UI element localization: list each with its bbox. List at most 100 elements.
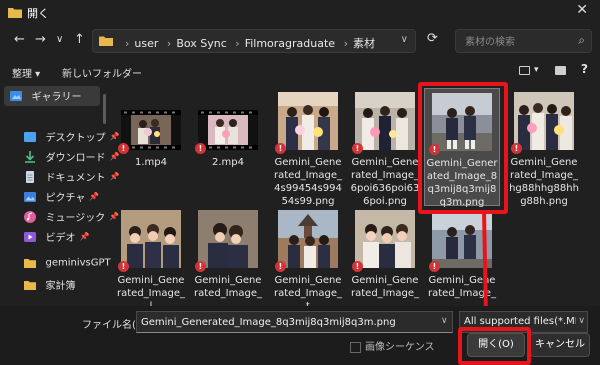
- sidebar-item-gallery[interactable]: ギャラリー: [10, 88, 82, 106]
- highlight-box: [458, 327, 531, 365]
- highlight-box: [418, 82, 508, 214]
- sidebar-item-kakeibo[interactable]: 家計簿: [24, 277, 76, 295]
- sidebar-item-label: geminivsGPT: [45, 257, 111, 269]
- error-badge-icon: !: [195, 143, 206, 154]
- image-thumbnail: [198, 210, 258, 268]
- file-item[interactable]: ! 1.mp4: [116, 92, 186, 169]
- image-thumbnail: [121, 210, 181, 268]
- file-item[interactable]: ! Gemini_Generated_Image_6poi636poi636po…: [350, 92, 420, 208]
- pictures-icon: [24, 191, 36, 202]
- folder-icon: [8, 8, 22, 18]
- file-item[interactable]: ! Gemini_Generated_Image_: [350, 210, 420, 300]
- download-icon: [25, 150, 35, 163]
- sidebar-item-label: 家計簿: [45, 281, 76, 292]
- video-thumbnail: [198, 110, 258, 150]
- back-arrow-icon[interactable]: ←: [14, 32, 25, 47]
- file-item[interactable]: ! Gemini_Generated_Image_: [193, 210, 263, 300]
- desktop-icon: [24, 131, 36, 142]
- cancel-button[interactable]: キャンセル: [530, 333, 590, 357]
- window-title: 開く: [27, 7, 49, 20]
- file-name: 2.mp4: [212, 157, 244, 168]
- up-arrow-icon[interactable]: ↑: [74, 32, 85, 47]
- organize-menu[interactable]: 整理 ▾: [12, 65, 40, 80]
- pin-icon: 📌: [109, 172, 120, 181]
- sidebar-item-geminivsgpt[interactable]: geminivsGPT: [24, 256, 111, 274]
- search-input[interactable]: [463, 33, 571, 51]
- sidebar-item-label: ミュージック: [45, 213, 106, 224]
- scrollbar-thumb[interactable]: [103, 94, 106, 124]
- view-mode-icon[interactable]: [519, 66, 530, 75]
- pin-icon: 📌: [79, 232, 90, 241]
- search-icon[interactable]: ⌕: [578, 33, 585, 48]
- checkbox-icon[interactable]: [350, 341, 361, 353]
- sidebar: ギャラリー デスクトップ 📌 ダウンロード 📌 ドキュメント 📌 ピクチャ 📌 ミュージ…: [0, 86, 119, 306]
- folder-icon: [24, 280, 36, 290]
- file-item[interactable]: ! Gemini_Generated_Image_t: [273, 210, 343, 313]
- file-thumbnail: !: [511, 92, 574, 154]
- image-thumbnail: [278, 92, 338, 150]
- help-icon[interactable]: ?: [581, 62, 588, 76]
- title-bar: 開く ✕: [0, 0, 600, 24]
- filename-input[interactable]: [136, 311, 453, 333]
- sidebar-scrollbar[interactable]: [103, 86, 107, 300]
- address-bar[interactable]: › user › Box Sync › Filmoragraduate › 素材 ∨: [92, 29, 416, 53]
- sidebar-item-videos[interactable]: ビデオ 📌: [24, 229, 89, 247]
- error-badge-icon: !: [429, 261, 440, 272]
- file-item[interactable]: ! 2.mp4: [193, 92, 263, 169]
- breadcrumb-separator: ›: [166, 37, 172, 50]
- image-sequence-checkbox[interactable]: 画像シーケンス: [350, 338, 435, 353]
- sidebar-item-label: ギャラリー: [31, 92, 82, 103]
- toolbar: 整理 ▾ 新しいフォルダー ▾ ?: [0, 58, 600, 86]
- image-thumbnail: [278, 210, 338, 268]
- chevron-down-icon[interactable]: ∨: [578, 316, 585, 326]
- search-box[interactable]: ⌕: [455, 29, 592, 53]
- chevron-down-icon[interactable]: ∨: [401, 34, 408, 45]
- error-badge-icon: !: [118, 143, 129, 154]
- error-badge-icon: !: [275, 143, 286, 154]
- error-badge-icon: !: [352, 261, 363, 272]
- file-name: Gemini_Generated_Image_4s99454s99454s99.…: [274, 157, 342, 207]
- breadcrumb-item[interactable]: Box Sync: [176, 37, 226, 50]
- folder-icon: [99, 36, 113, 46]
- chevron-down-icon[interactable]: ∨: [56, 34, 63, 45]
- breadcrumb-separator: ›: [125, 37, 130, 50]
- image-thumbnail: [355, 210, 415, 268]
- file-thumbnail: !: [195, 210, 258, 272]
- error-badge-icon: !: [118, 261, 129, 272]
- file-item[interactable]: ! Gemini_Generated_Image_hg88hhg88hhg88h…: [509, 92, 579, 208]
- error-badge-icon: !: [195, 261, 206, 272]
- chevron-down-icon[interactable]: ∨: [441, 316, 448, 326]
- videos-icon: [24, 231, 36, 242]
- image-thumbnail: [355, 92, 415, 150]
- image-sequence-label: 画像シーケンス: [365, 342, 435, 353]
- sidebar-item-label: デスクトップ: [45, 133, 106, 144]
- file-name: Gemini_Generated_Image_: [351, 275, 419, 299]
- breadcrumb-item[interactable]: 素材: [353, 37, 375, 50]
- file-thumbnail: !: [275, 92, 338, 154]
- breadcrumb-separator: ›: [235, 37, 240, 50]
- file-item[interactable]: ! Gemini_Generated_Image_4s99454s99454s9…: [273, 92, 343, 208]
- sidebar-item-label: ドキュメント: [45, 173, 106, 184]
- close-icon[interactable]: ✕: [576, 2, 588, 18]
- folder-icon: [24, 259, 36, 268]
- new-folder-button[interactable]: 新しいフォルダー: [62, 65, 142, 80]
- breadcrumb: › user › Box Sync › Filmoragraduate › 素材: [120, 35, 375, 51]
- sidebar-item-label: ピクチャ: [45, 193, 86, 204]
- file-type-value: All supported files(*.MP4;*: [464, 316, 576, 327]
- pin-icon: 📌: [89, 192, 100, 201]
- file-thumbnail: !: [195, 110, 258, 154]
- file-item[interactable]: ! Gemini_Generated_Image_l: [116, 210, 186, 313]
- breadcrumb-item[interactable]: user: [134, 37, 158, 50]
- preview-pane-icon[interactable]: [555, 66, 566, 75]
- error-badge-icon: !: [275, 261, 286, 272]
- breadcrumb-item[interactable]: Filmoragraduate: [245, 37, 335, 50]
- sidebar-item-label: ダウンロード: [45, 153, 106, 164]
- file-thumbnail: !: [118, 210, 181, 272]
- refresh-icon[interactable]: ⟳: [427, 31, 438, 46]
- file-name: Gemini_Generated_Image_: [194, 275, 262, 299]
- chevron-down-icon[interactable]: ▾: [534, 65, 539, 75]
- image-thumbnail: [514, 92, 574, 150]
- forward-arrow-icon[interactable]: →: [35, 32, 46, 47]
- documents-icon: [26, 170, 34, 183]
- sidebar-item-pictures[interactable]: ピクチャ 📌: [24, 189, 99, 207]
